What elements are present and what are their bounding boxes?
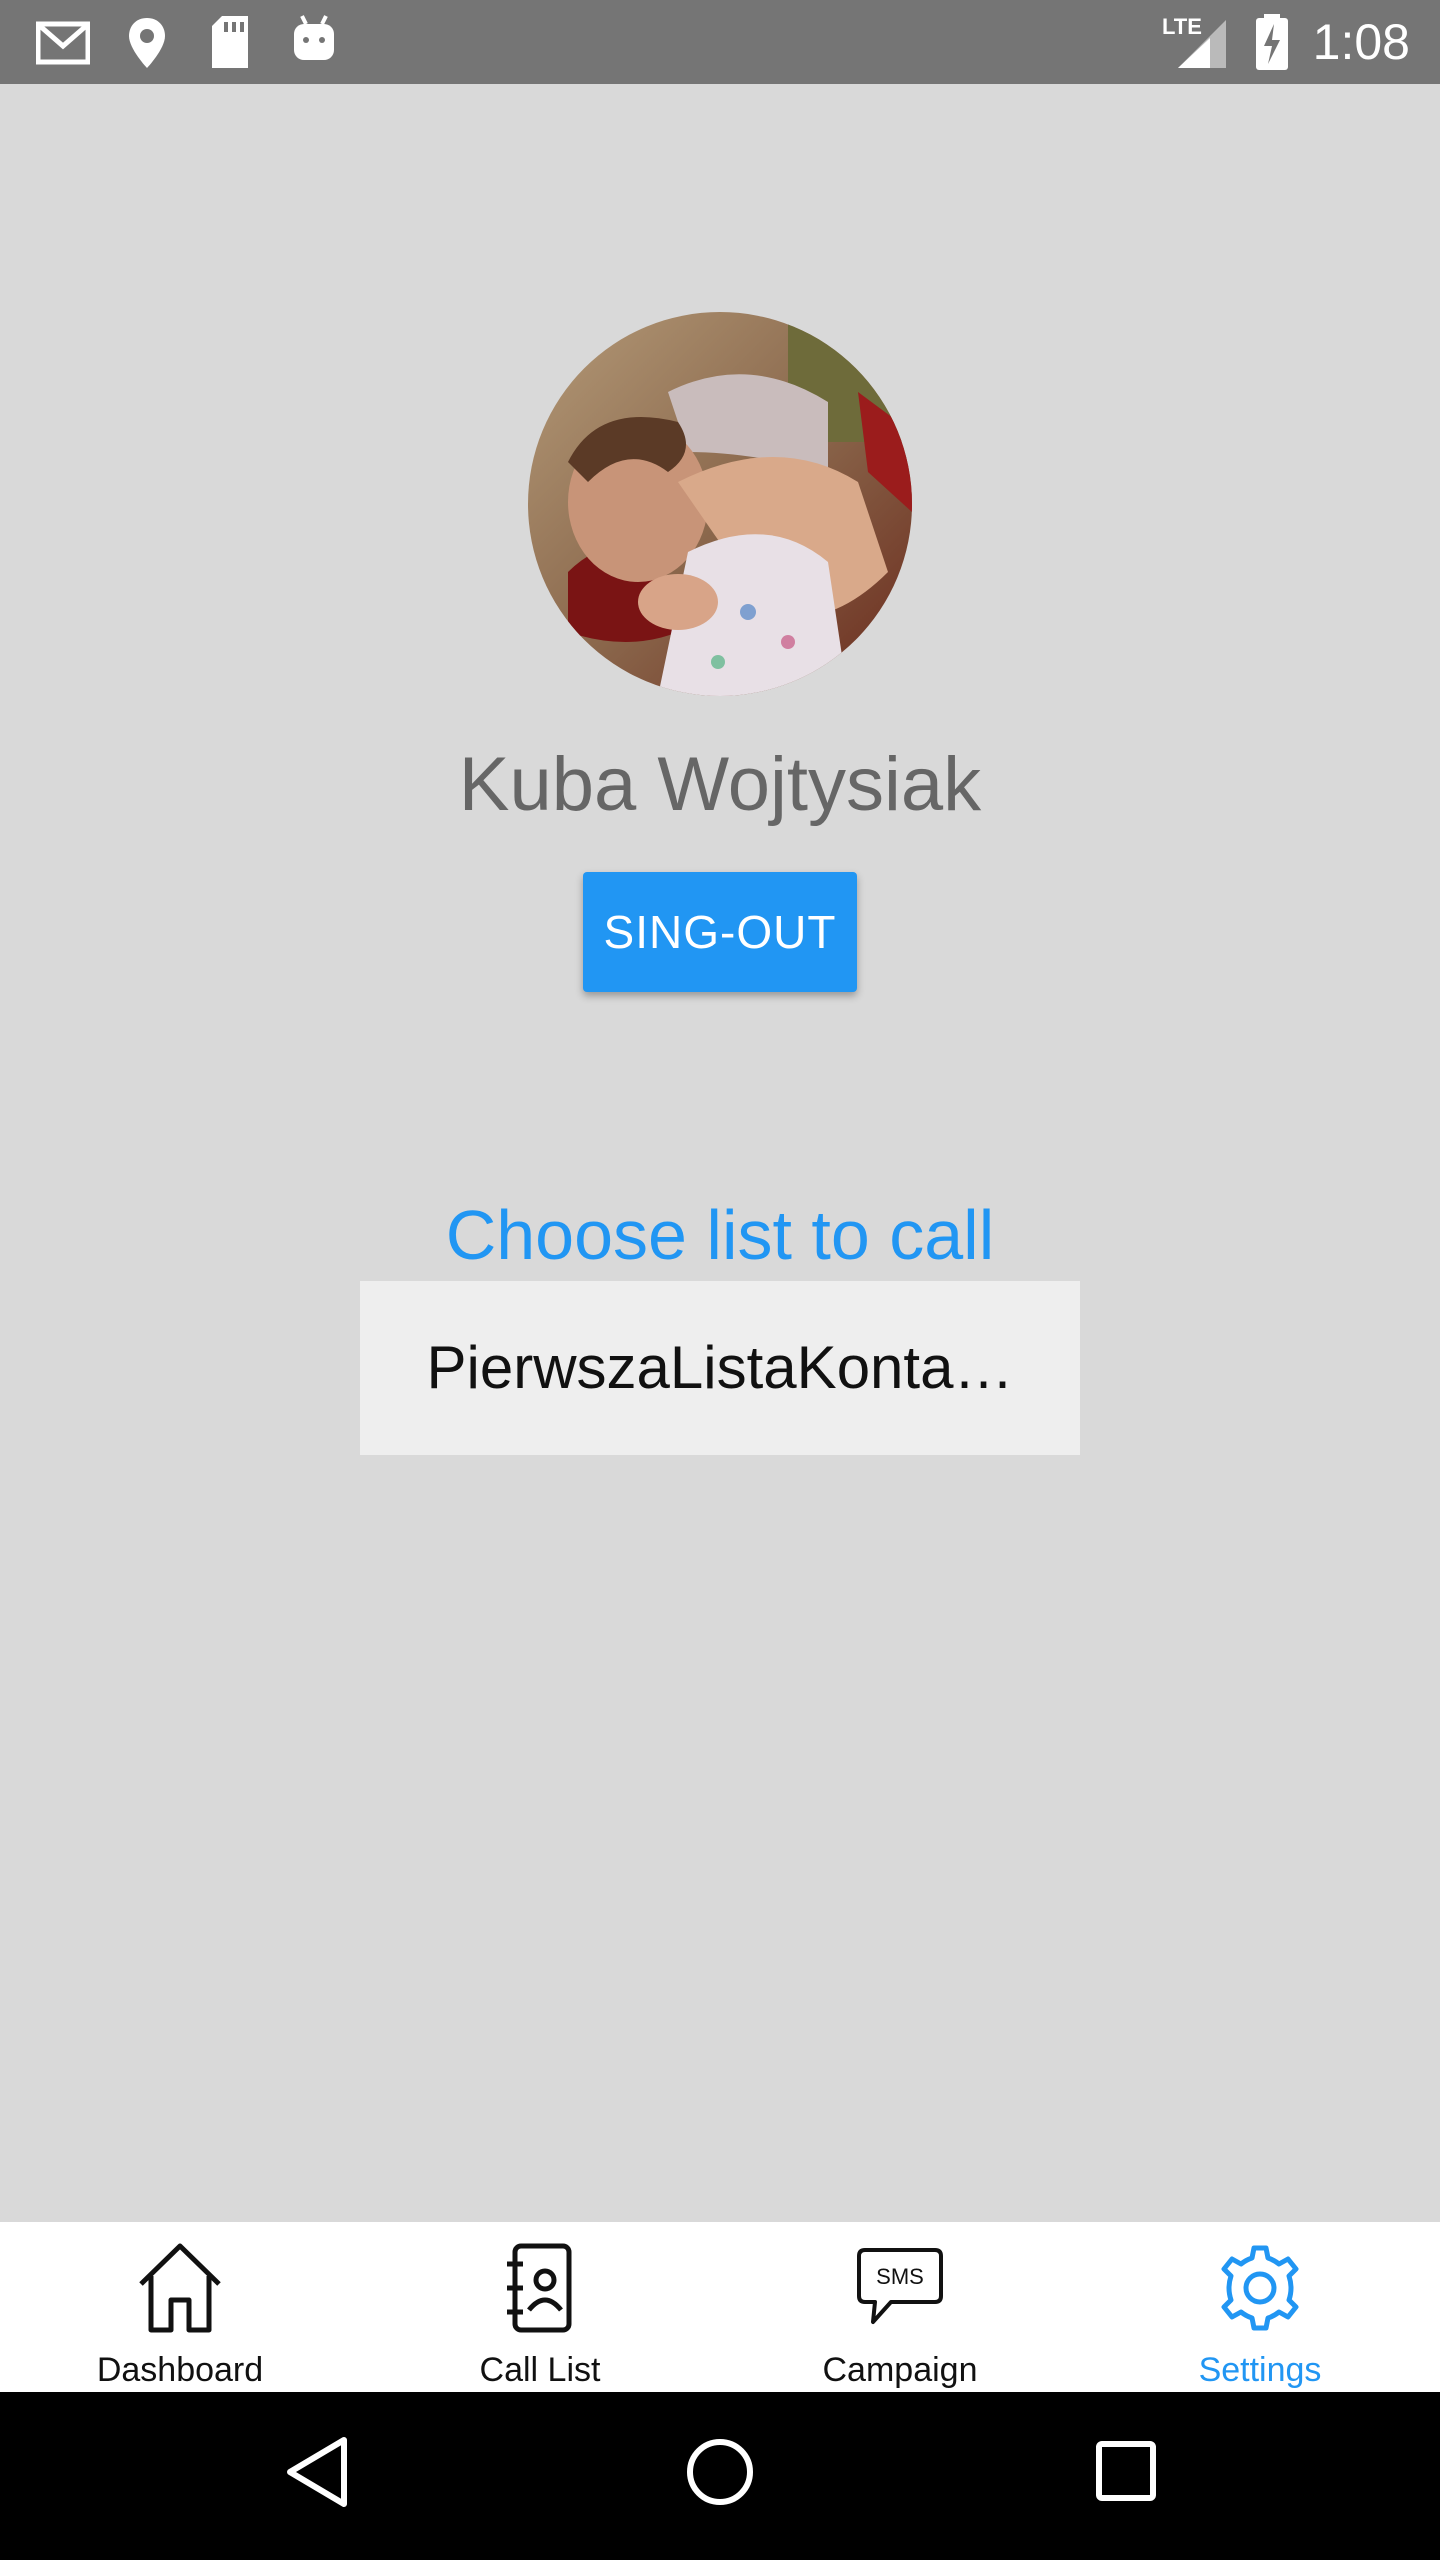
tab-label: Call List	[479, 2351, 601, 2389]
android-icon	[294, 15, 334, 60]
sms-bubble-icon: SMS	[857, 2248, 943, 2324]
tab-campaign[interactable]: SMS Campaign	[720, 2222, 1080, 2392]
sms-icon-text: SMS	[876, 2264, 924, 2289]
recents-icon[interactable]	[1090, 2432, 1162, 2512]
gmail-icon	[36, 21, 90, 65]
bottom-tab-bar: Dashboard Call List SMS Campaign Setting…	[0, 2222, 1440, 2392]
avatar	[528, 312, 912, 696]
back-icon[interactable]	[282, 2432, 354, 2512]
status-bar: LTE 1:08	[0, 0, 1440, 84]
svg-text:LTE: LTE	[1162, 14, 1202, 39]
sign-out-button[interactable]: SING-OUT	[583, 872, 857, 992]
battery-charging-icon	[1256, 14, 1288, 70]
tab-label: Settings	[1198, 2351, 1322, 2389]
tab-call-list[interactable]: Call List	[360, 2222, 720, 2392]
sd-card-icon	[212, 16, 248, 68]
tab-label: Dashboard	[96, 2351, 264, 2389]
location-icon	[129, 18, 165, 68]
clock: 1:08	[1312, 14, 1410, 70]
gear-icon	[1221, 2245, 1299, 2331]
home-circle-icon[interactable]	[682, 2432, 758, 2512]
choose-list-title: Choose list to call	[445, 1196, 995, 1274]
tab-settings[interactable]: Settings	[1080, 2222, 1440, 2392]
contacts-book-icon	[507, 2243, 572, 2333]
lte-signal-icon: LTE	[1162, 14, 1226, 68]
user-name: Kuba Wojtysiak	[458, 742, 982, 827]
system-nav-bar	[0, 2392, 1440, 2560]
tab-label: Campaign	[822, 2351, 978, 2389]
home-icon	[139, 2243, 221, 2333]
call-list-selector[interactable]: PierwszaListaKonta…	[360, 1281, 1080, 1455]
tab-dashboard[interactable]: Dashboard	[0, 2222, 360, 2392]
